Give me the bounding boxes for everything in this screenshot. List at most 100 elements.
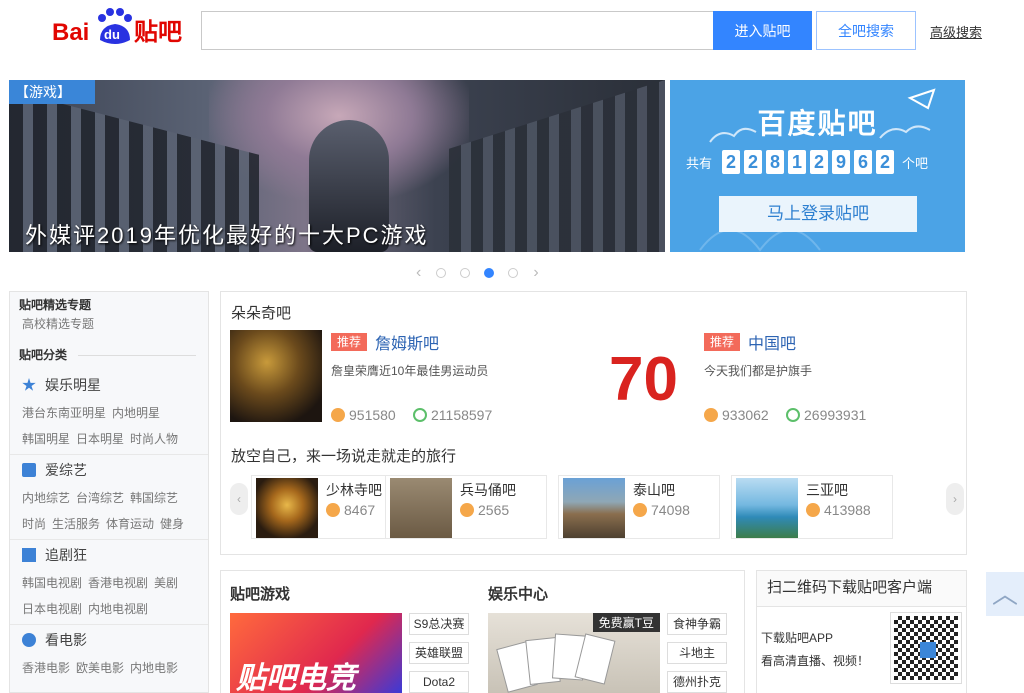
logo-tieba: 贴吧 [134, 18, 182, 46]
search-all-button[interactable]: 全吧搜索 [816, 11, 916, 50]
featured-link[interactable]: 高校精选专题 [10, 312, 208, 336]
category-title[interactable]: 看电影 [10, 625, 208, 655]
member-count: 951580 [331, 407, 396, 423]
sub-link[interactable]: 体育运动 [106, 517, 154, 531]
banner-caption[interactable]: 外媒评2019年优化最好的十大PC游戏 [25, 218, 429, 250]
carousel-banner[interactable]: 【游戏】 外媒评2019年优化最好的十大PC游戏 [9, 80, 665, 252]
movie-icon [22, 633, 36, 647]
entertainment-link-button[interactable]: 德州扑克 [667, 671, 727, 693]
card-title: 百度贴吧 [757, 108, 878, 139]
sub-link[interactable]: 内地电影 [130, 661, 178, 675]
sub-link[interactable]: 健身 [160, 517, 184, 531]
sub-link[interactable]: 台湾综艺 [76, 491, 124, 505]
category-title-label: 娱乐明星 [45, 377, 101, 393]
recommend-item: 70 推荐 中国吧 今天我们都是护旗手 933062 26993931 [601, 330, 961, 423]
recommend-item: 推荐 詹姆斯吧 詹皇荣膺近10年最佳男运动员 951580 21158597 [230, 330, 590, 423]
entertainment-link-button[interactable]: 斗地主 [667, 642, 727, 664]
playing-cards-icon [496, 633, 616, 693]
shaolin-thumbnail [256, 478, 318, 538]
category-links: 韩国电视剧 香港电视剧 美剧 [10, 570, 208, 596]
category-sidebar: 贴吧精选专题 高校精选专题 贴吧分类 娱乐明星 港台东南亚明星 内地明星 韩国明星… [9, 291, 209, 693]
travel-card[interactable]: 泰山吧 74098 [558, 475, 720, 539]
entertainment-title: 娱乐中心 [488, 586, 549, 603]
forum-name-link[interactable]: 中国吧 [748, 336, 796, 353]
user-icon [331, 408, 345, 422]
app-download-panel: 扫二维码下载贴吧客户端 下载贴吧APP 看高清直播、视频！ [756, 570, 967, 693]
china-70-thumbnail[interactable]: 70 [609, 344, 689, 414]
login-button[interactable]: 马上登录贴吧 [719, 196, 917, 232]
search-input[interactable] [201, 11, 714, 50]
category-title-label: 爱综艺 [45, 462, 87, 478]
user-icon [326, 503, 340, 517]
sub-link[interactable]: 欧美电影 [76, 661, 124, 675]
travel-next-icon[interactable]: › [946, 483, 964, 515]
sub-link[interactable]: 韩国综艺 [130, 491, 178, 505]
sub-link[interactable]: 日本明星 [76, 432, 124, 446]
carousel-dot[interactable] [436, 268, 447, 278]
travel-name: 少林寺吧 [326, 482, 382, 498]
carousel-dot-active[interactable] [484, 268, 495, 278]
app-download-title: 扫二维码下载贴吧客户端 [757, 571, 966, 607]
sub-link[interactable]: 内地综艺 [22, 491, 70, 505]
forum-description: 今天我们都是护旗手 [704, 364, 813, 378]
enter-tieba-button[interactable]: 进入贴吧 [713, 11, 812, 50]
category-title[interactable]: 爱综艺 [10, 455, 208, 485]
recommend-header: 推荐 詹姆斯吧 [331, 330, 439, 354]
travel-card[interactable]: 兵马俑吧 2565 [385, 475, 547, 539]
category-links: 时尚 生活服务 体育运动 健身 [10, 511, 208, 537]
user-icon [704, 408, 718, 422]
sub-link[interactable]: 韩国明星 [22, 432, 70, 446]
travel-count-value: 413988 [824, 502, 871, 518]
count-digit: 2 [810, 150, 829, 174]
carousel-next-icon[interactable]: › [533, 264, 538, 282]
esports-banner[interactable]: 贴吧电竞 [230, 613, 402, 693]
banner-category-tag: 【游戏】 [9, 80, 95, 104]
sub-link[interactable]: 内地明星 [112, 406, 160, 420]
carousel-prev-icon[interactable]: ‹ [416, 264, 421, 282]
games-title: 贴吧游戏 [230, 586, 291, 603]
sub-link[interactable]: 内地电视剧 [88, 602, 148, 616]
logo-bai: Bai [52, 19, 89, 46]
sub-link[interactable]: 时尚人物 [130, 432, 178, 446]
travel-count: 2565 [460, 502, 509, 518]
advanced-search-link[interactable]: 高级搜索 [930, 22, 982, 41]
sub-link[interactable]: 韩国电视剧 [22, 576, 82, 590]
game-link-button[interactable]: 英雄联盟 [409, 642, 469, 664]
entertainment-link-button[interactable]: 食神争霸 [667, 613, 727, 635]
lebron-thumbnail[interactable] [230, 330, 322, 422]
category-title[interactable]: 娱乐明星 [10, 370, 208, 400]
cards-banner[interactable]: 免费赢T豆 [488, 613, 660, 693]
travel-name: 泰山吧 [633, 482, 675, 498]
category-title[interactable]: 追剧狂 [10, 540, 208, 570]
sub-link[interactable]: 香港电影 [22, 661, 70, 675]
member-count-value: 933062 [722, 407, 769, 423]
sub-link[interactable]: 生活服务 [52, 517, 100, 531]
carousel-pagination: ‹ › [408, 264, 547, 282]
header: Bai du 贴吧 进入贴吧 全吧搜索 高级搜索 [0, 0, 1024, 62]
carousel-dot[interactable] [508, 268, 519, 278]
sub-link[interactable]: 香港电视剧 [88, 576, 148, 590]
carousel-dot[interactable] [460, 268, 471, 278]
qr-code-icon [890, 612, 962, 684]
category-links: 港台东南亚明星 内地明星 [10, 400, 208, 426]
game-link-button[interactable]: Dota2 [409, 671, 469, 693]
sub-link[interactable]: 时尚 [22, 517, 46, 531]
forum-name-link[interactable]: 詹姆斯吧 [375, 336, 439, 353]
baidu-tieba-logo[interactable]: Bai du 贴吧 [52, 6, 187, 48]
category-group-variety: 爱综艺 内地综艺 台湾综艺 韩国综艺 时尚 生活服务 体育运动 健身 [10, 455, 208, 540]
user-icon [633, 503, 647, 517]
count-digit: 2 [876, 150, 895, 174]
sub-link[interactable]: 日本电视剧 [22, 602, 82, 616]
member-count-value: 951580 [349, 407, 396, 423]
game-link-button[interactable]: S9总决赛 [409, 613, 469, 635]
post-count-value: 26993931 [804, 407, 867, 423]
sub-link[interactable]: 港台东南亚明星 [22, 406, 106, 420]
member-count: 933062 [704, 407, 769, 423]
travel-card[interactable]: 三亚吧 413988 [731, 475, 893, 539]
sub-link[interactable]: 美剧 [154, 576, 178, 590]
app-download-line1: 下载贴吧APP [761, 631, 834, 645]
star-icon [22, 378, 36, 391]
travel-prev-icon[interactable]: ‹ [230, 483, 248, 515]
travel-count-value: 8467 [344, 502, 376, 518]
back-to-top-icon[interactable]: ︿ [986, 572, 1024, 616]
